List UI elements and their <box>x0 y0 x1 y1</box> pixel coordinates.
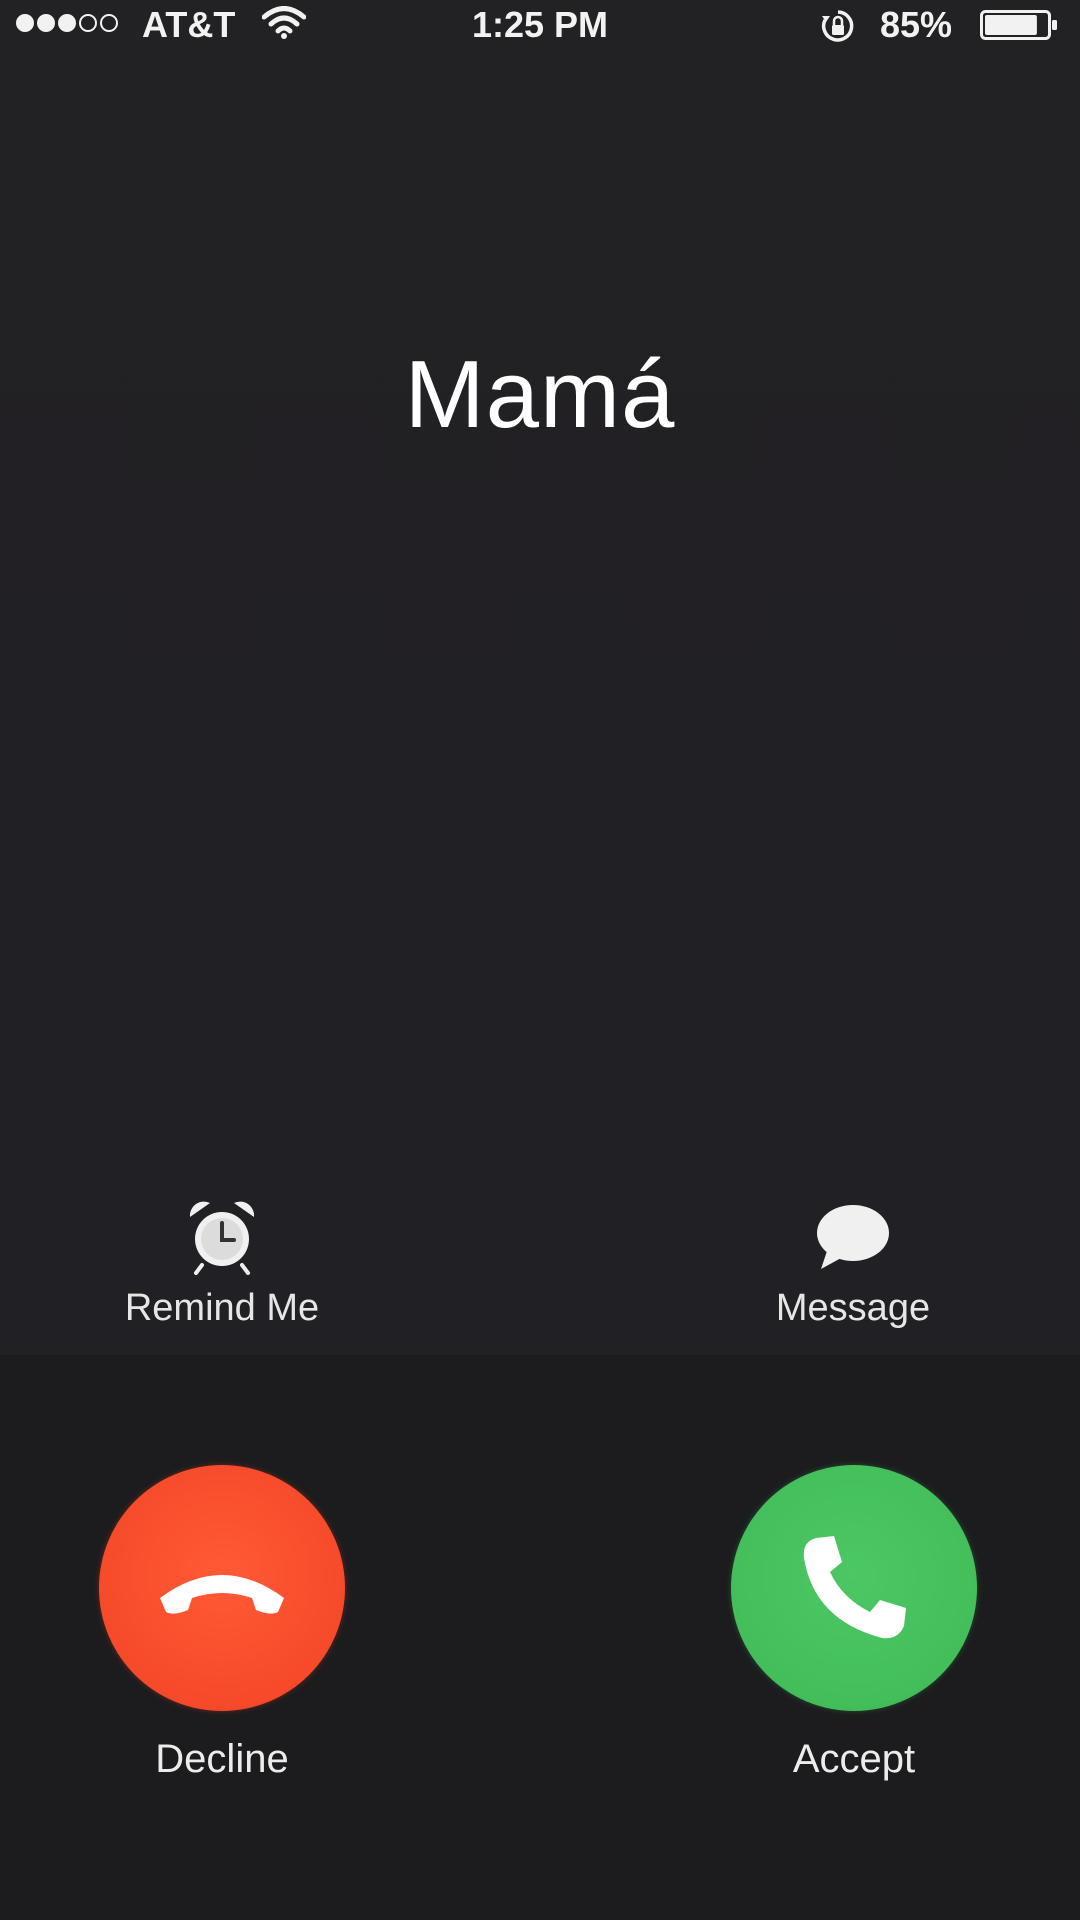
remind-me-label: Remind Me <box>124 1287 320 1329</box>
decline-button[interactable] <box>99 1465 345 1711</box>
orientation-lock-icon <box>821 10 854 42</box>
speech-bubble-icon <box>813 1195 893 1275</box>
phone-icon <box>803 1536 906 1639</box>
battery-percent: 85% <box>880 4 953 45</box>
decline-label: Decline <box>155 1737 289 1781</box>
decline-action: Decline <box>52 1465 392 1782</box>
battery-icon <box>980 10 1057 40</box>
phone-hangup-icon <box>160 1575 284 1614</box>
message-label: Message <box>775 1287 931 1329</box>
accept-action: Accept <box>684 1465 1024 1782</box>
status-bar: AT&T 1:25 PM 85% <box>0 0 1080 50</box>
remind-me-button[interactable]: Remind Me <box>62 1195 382 1330</box>
caller-name: Mamá <box>404 341 676 448</box>
accept-label: Accept <box>792 1737 916 1781</box>
battery-fill <box>985 15 1037 35</box>
message-button[interactable]: Message <box>693 1195 1013 1330</box>
alarm-clock-icon <box>182 1195 262 1275</box>
accept-button[interactable] <box>731 1465 977 1711</box>
